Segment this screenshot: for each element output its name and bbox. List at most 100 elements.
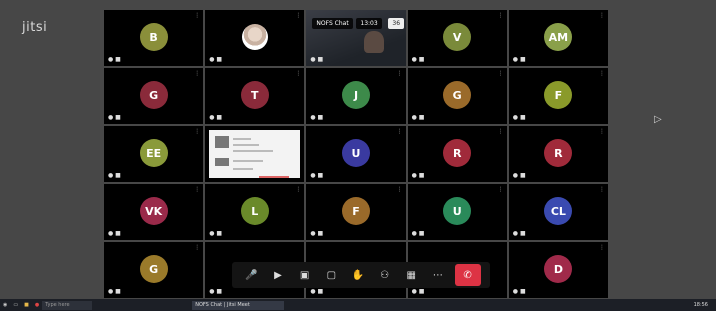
mic-muted-icon: ● ■ — [411, 56, 425, 63]
tile-menu-icon[interactable]: ⋮ — [599, 70, 605, 77]
taskbar-search[interactable]: Type here — [42, 300, 93, 310]
participant-tile[interactable]: R ⋮ ● ■ — [407, 126, 507, 182]
participant-tile-video[interactable]: NOFS Chat 13:03 36 ● ■ — [306, 10, 406, 66]
shared-screen-line — [259, 176, 290, 178]
participant-tile[interactable]: V ⋮ ● ■ — [407, 10, 507, 66]
camera-icon[interactable]: ▶ — [268, 265, 288, 285]
mic-muted-icon: ● ■ — [108, 230, 121, 237]
participant-tile[interactable]: J ⋮ ● ■ — [306, 68, 406, 124]
mic-muted-icon: ● ■ — [512, 56, 526, 63]
participant-avatar: U — [443, 197, 472, 225]
participant-tile[interactable]: R ⋮ ● ■ — [508, 126, 608, 182]
tile-view-icon[interactable]: ▦ — [401, 265, 421, 285]
participant-tile[interactable]: G ⋮ ● ■ — [104, 68, 204, 124]
participant-tile[interactable]: F ⋮ ● ■ — [306, 184, 406, 240]
shared-screen-line — [233, 168, 254, 170]
tile-menu-icon[interactable]: ⋮ — [599, 128, 605, 135]
shared-screen-line — [233, 144, 260, 146]
meeting-toolbar: 🎤 ▶ ▣ ▢ ✋ ⚇ ▦ ⋯ ✆ — [232, 262, 490, 288]
tile-menu-icon[interactable]: ⋮ — [498, 70, 504, 77]
mic-muted-icon: ● ■ — [209, 288, 222, 295]
participant-avatar: B — [139, 23, 168, 51]
chat-icon[interactable]: ▢ — [321, 265, 341, 285]
tile-menu-icon[interactable]: ⋮ — [295, 70, 301, 77]
participant-tile[interactable]: U ⋮ ● ■ — [306, 126, 406, 182]
participant-grid: B ⋮ ● ■ ⋮ ● ■ NOFS Chat 13:03 36 ● ■ V ⋮ ● ■ … — [104, 10, 608, 298]
tile-menu-icon[interactable]: ⋮ — [599, 12, 605, 19]
mic-muted-icon: ● ■ — [209, 56, 222, 63]
tile-menu-icon[interactable]: ⋮ — [194, 12, 200, 19]
participant-tile[interactable]: EE ⋮ ● ■ — [104, 126, 204, 182]
mic-muted-icon: ● ■ — [310, 288, 324, 295]
tile-menu-icon[interactable]: ⋮ — [397, 70, 403, 77]
hangup-button[interactable]: ✆ — [454, 264, 481, 286]
mic-muted-icon: ● ■ — [411, 288, 425, 295]
participant-avatar: AM — [544, 23, 573, 51]
participant-tile[interactable]: F ⋮ ● ■ — [508, 68, 608, 124]
tile-menu-icon[interactable]: ⋮ — [194, 128, 200, 135]
shared-screen-photo — [215, 136, 230, 148]
chrome-icon[interactable]: ● — [35, 302, 39, 308]
taskbar-clock: 18:56 — [693, 302, 708, 308]
tile-menu-icon[interactable]: ⋮ — [295, 12, 301, 19]
side-panel-icon[interactable]: ▷ — [654, 114, 662, 125]
mic-muted-icon: ● ■ — [310, 56, 324, 63]
participant-avatar: L — [240, 197, 269, 225]
start-icon[interactable]: ◉ — [3, 302, 7, 308]
participant-avatar: F — [544, 81, 573, 109]
taskbar-active-window[interactable]: NOFS Chat | Jitsi Meet — [192, 300, 285, 310]
participants-icon[interactable]: ⚇ — [375, 265, 395, 285]
shared-screen-content — [209, 130, 301, 178]
participant-tile[interactable]: AM ⋮ ● ■ — [508, 10, 608, 66]
raise-hand-icon[interactable]: ✋ — [348, 265, 368, 285]
participant-count-badge[interactable]: 36 — [388, 18, 405, 29]
participant-avatar: T — [240, 81, 269, 109]
mic-muted-icon: ● ■ — [310, 114, 324, 121]
participant-tile[interactable]: ⋮ ● ■ — [205, 10, 305, 66]
jitsi-logo: jitsi — [22, 20, 48, 35]
participant-tile[interactable]: CL ⋮ ● ■ — [508, 184, 608, 240]
participant-tile[interactable]: B ⋮ ● ■ — [104, 10, 204, 66]
participant-tile[interactable]: G ⋮ ● ■ — [407, 68, 507, 124]
tile-menu-icon[interactable]: ⋮ — [194, 70, 200, 77]
os-taskbar: ◉ ▭ ■ ● Type here NOFS Chat | Jitsi Meet… — [0, 299, 716, 311]
shared-screen-photo — [215, 158, 230, 166]
participant-tile[interactable]: VK ⋮ ● ■ — [104, 184, 204, 240]
screen-share-icon[interactable]: ▣ — [295, 265, 315, 285]
tile-menu-icon[interactable]: ⋮ — [599, 186, 605, 193]
shared-screen-tile[interactable] — [205, 126, 305, 182]
mic-muted-icon: ● ■ — [512, 288, 526, 295]
tile-menu-icon[interactable]: ⋮ — [295, 186, 301, 193]
mic-muted-icon: ● ■ — [512, 114, 526, 121]
participant-tile[interactable]: G ⋮ ● ■ — [104, 242, 204, 298]
shared-screen-line — [233, 160, 264, 162]
mic-muted-icon: ● ■ — [209, 114, 222, 121]
tile-menu-icon[interactable]: ⋮ — [397, 186, 403, 193]
tile-menu-icon[interactable]: ⋮ — [498, 186, 504, 193]
taskview-icon[interactable]: ▭ — [13, 302, 18, 308]
participant-avatar: R — [443, 139, 472, 167]
mic-muted-icon: ● ■ — [411, 114, 425, 121]
participant-tile[interactable]: U ⋮ ● ■ — [407, 184, 507, 240]
participant-tile[interactable]: D ⋮ ● ■ — [508, 242, 608, 298]
tile-menu-icon[interactable]: ⋮ — [498, 12, 504, 19]
mic-muted-icon: ● ■ — [310, 172, 324, 179]
tile-menu-icon[interactable]: ⋮ — [498, 128, 504, 135]
participant-avatar: EE — [139, 139, 168, 167]
shared-screen-line — [233, 138, 252, 140]
more-icon[interactable]: ⋯ — [428, 265, 448, 285]
mic-muted-icon: ● ■ — [411, 230, 425, 237]
tile-menu-icon[interactable]: ⋮ — [194, 244, 200, 251]
participant-avatar: VK — [139, 197, 168, 225]
mic-muted-icon: ● ■ — [108, 172, 121, 179]
tile-menu-icon[interactable]: ⋮ — [599, 244, 605, 251]
mic-muted-icon: ● ■ — [512, 230, 526, 237]
tile-menu-icon[interactable]: ⋮ — [397, 128, 403, 135]
participant-tile[interactable]: L ⋮ ● ■ — [205, 184, 305, 240]
explorer-icon[interactable]: ■ — [24, 302, 29, 308]
meeting-timer-badge: 13:03 — [356, 18, 382, 29]
participant-tile[interactable]: T ⋮ ● ■ — [205, 68, 305, 124]
tile-menu-icon[interactable]: ⋮ — [194, 186, 200, 193]
microphone-icon[interactable]: 🎤 — [241, 265, 261, 285]
meeting-title-badge: NOFS Chat — [312, 18, 353, 29]
